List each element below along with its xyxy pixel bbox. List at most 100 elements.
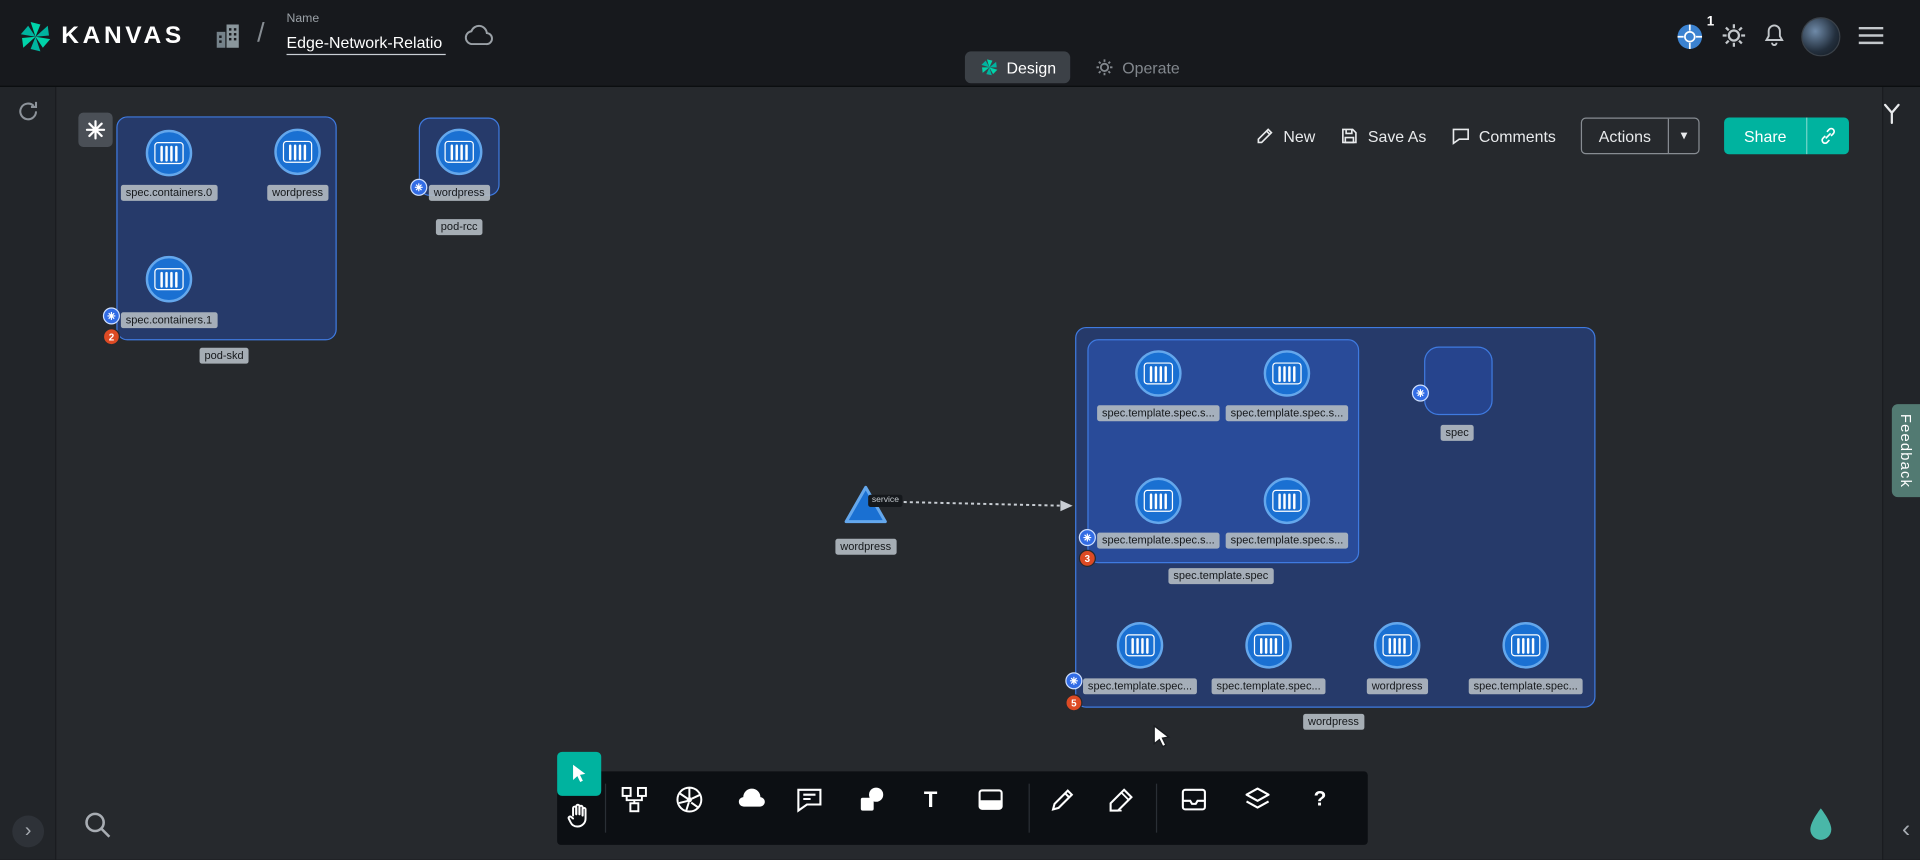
service-to-deployment-edge[interactable]	[894, 490, 1080, 519]
container-node[interactable]	[436, 129, 483, 176]
tab-design[interactable]: Design	[965, 51, 1071, 83]
kubernetes-badge-icon	[103, 307, 120, 324]
error-count-badge[interactable]: 5	[1065, 694, 1082, 711]
user-avatar[interactable]	[1801, 17, 1840, 56]
save-as-button[interactable]: Save As	[1340, 126, 1427, 146]
group-label: pod-skd	[200, 348, 249, 364]
drawer-saved-icon[interactable]	[1176, 781, 1213, 818]
notifications-bell-icon[interactable]	[1761, 22, 1788, 49]
help-icon[interactable]: ?	[1302, 781, 1339, 818]
node-label: spec.template.spec.s...	[1097, 533, 1220, 549]
pencil-draw-icon[interactable]	[1044, 781, 1081, 818]
select-tool[interactable]	[557, 752, 601, 796]
pan-hand-tool[interactable]	[561, 798, 598, 835]
node-label: spec.containers.0	[121, 185, 217, 201]
error-count-badge[interactable]: 2	[103, 328, 120, 345]
container-icon	[154, 142, 183, 164]
cluster-selector-icon[interactable]: 1	[1668, 20, 1712, 54]
cloud-save-icon[interactable]	[462, 23, 496, 47]
actions-dropdown-caret[interactable]: ▾	[1668, 119, 1699, 153]
annotate-pen-icon[interactable]	[1103, 781, 1140, 818]
panel-rect-icon[interactable]	[972, 781, 1009, 818]
group-label: spec.template.spec	[1168, 568, 1273, 584]
comments-button[interactable]: Comments	[1451, 126, 1556, 146]
node-label: spec	[1441, 425, 1474, 441]
container-node[interactable]	[1135, 478, 1182, 525]
kubernetes-badge-icon	[1065, 672, 1082, 689]
feedback-label: Feedback	[1897, 413, 1914, 487]
service-type-chip: service	[868, 495, 903, 507]
save-as-button-label: Save As	[1368, 127, 1426, 145]
tab-operate-label: Operate	[1122, 58, 1180, 76]
container-node[interactable]	[1117, 622, 1164, 669]
meshery-components-icon[interactable]	[733, 781, 770, 818]
new-button-label: New	[1283, 127, 1315, 145]
copy-link-button[interactable]	[1806, 118, 1849, 155]
error-count-badge[interactable]: 3	[1079, 550, 1096, 567]
expand-panel-chevron[interactable]: ›	[12, 816, 44, 848]
container-icon	[1382, 634, 1411, 656]
text-tool-glyph: T	[924, 787, 937, 813]
layers-icon[interactable]	[1239, 781, 1276, 818]
organization-icon[interactable]	[213, 20, 242, 52]
node-label: spec.template.spec.s...	[1097, 405, 1220, 421]
container-node[interactable]	[1264, 350, 1311, 397]
y-branch-icon[interactable]	[1878, 100, 1905, 127]
container-node[interactable]	[1264, 478, 1311, 525]
brand-title: KANVAS	[61, 22, 185, 50]
pod-spec-node[interactable]	[1424, 347, 1493, 416]
settings-gear-icon[interactable]	[1720, 22, 1747, 49]
actions-button[interactable]: Actions ▾	[1580, 118, 1700, 155]
container-node[interactable]	[274, 129, 321, 176]
container-icon	[1125, 634, 1154, 656]
sync-refresh-icon[interactable]	[15, 98, 42, 125]
share-button[interactable]: Share	[1724, 118, 1806, 155]
container-node[interactable]	[1502, 622, 1549, 669]
left-sidebar-strip	[0, 86, 56, 860]
node-label: spec.template.spec.s...	[1226, 533, 1349, 549]
shapes-media-icon[interactable]	[853, 781, 890, 818]
top-bar: KANVAS / Name	[0, 0, 1920, 87]
container-node[interactable]	[1135, 350, 1182, 397]
container-icon	[1144, 490, 1173, 512]
container-node[interactable]	[1245, 622, 1292, 669]
comment-tool-icon[interactable]	[791, 781, 828, 818]
snowflake-layout-icon[interactable]	[78, 113, 112, 147]
flow-components-icon[interactable]	[616, 781, 653, 818]
share-button-group: Share	[1724, 118, 1849, 155]
container-icon	[1254, 634, 1283, 656]
node-label: spec.template.spec...	[1212, 678, 1326, 694]
container-node[interactable]	[1374, 622, 1421, 669]
container-icon	[154, 268, 183, 290]
group-label: pod-rcc	[436, 219, 483, 235]
container-node[interactable]	[146, 256, 193, 303]
hamburger-menu-icon[interactable]	[1858, 26, 1885, 46]
container-node[interactable]	[146, 130, 193, 177]
node-label: wordpress	[429, 185, 490, 201]
feedback-tab[interactable]: Feedback	[1892, 404, 1920, 497]
comments-button-label: Comments	[1479, 127, 1556, 145]
collapse-right-chevron[interactable]: ‹	[1902, 816, 1910, 844]
kubernetes-components-icon[interactable]	[671, 781, 708, 818]
node-label: spec.template.spec...	[1469, 678, 1583, 694]
design-name-input[interactable]	[287, 29, 446, 55]
kubernetes-badge-icon	[1412, 384, 1429, 401]
container-icon	[1511, 634, 1540, 656]
container-icon	[1144, 362, 1173, 384]
node-label: spec.template.spec.s...	[1226, 405, 1349, 421]
container-icon	[1272, 362, 1301, 384]
design-name-label: Name	[287, 12, 320, 25]
droplet-theme-icon[interactable]	[1805, 806, 1837, 843]
node-label: wordpress	[267, 185, 328, 201]
new-button[interactable]: New	[1255, 126, 1315, 146]
actions-button-label: Actions	[1582, 127, 1668, 145]
zoom-search-icon[interactable]	[81, 808, 115, 842]
node-label: spec.template.spec...	[1083, 678, 1197, 694]
text-tool-icon[interactable]: T	[912, 781, 949, 818]
group-spec-template[interactable]	[1087, 339, 1359, 563]
container-icon	[283, 141, 312, 163]
tab-operate[interactable]: Operate	[1081, 51, 1195, 83]
kanvas-logo-icon[interactable]	[17, 18, 54, 55]
kubernetes-badge-icon	[1079, 529, 1096, 546]
cluster-count-badge: 1	[1707, 15, 1715, 30]
